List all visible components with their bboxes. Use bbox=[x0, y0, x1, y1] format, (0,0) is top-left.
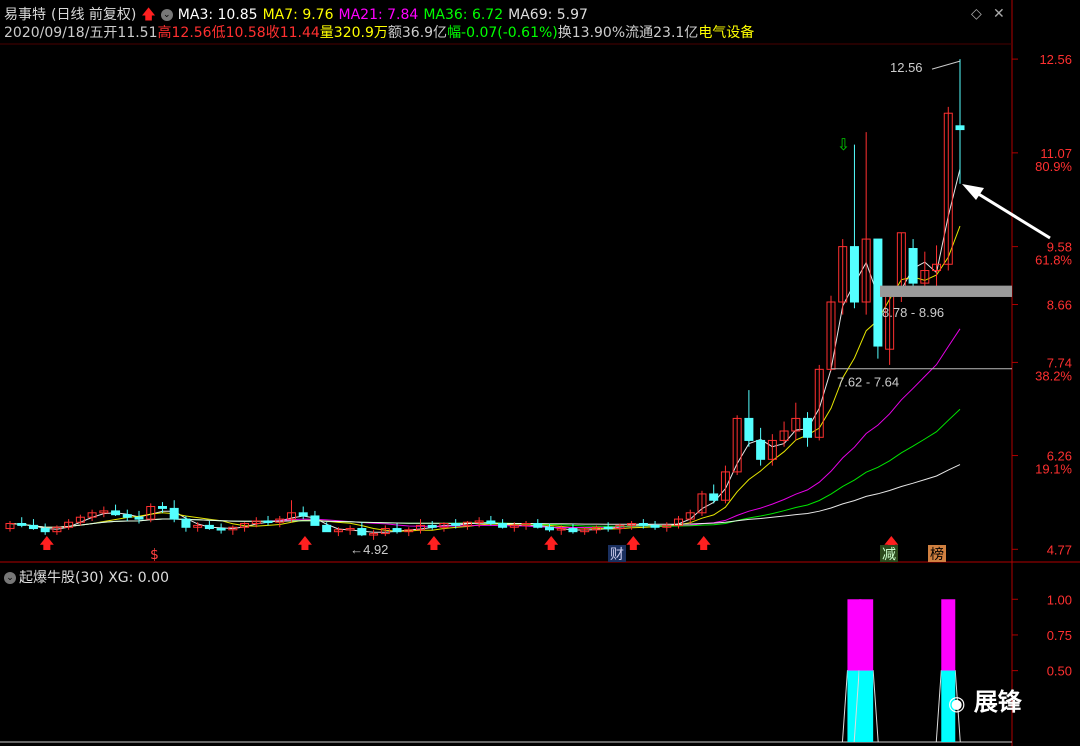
pointer-arrow-shaft bbox=[971, 188, 1051, 240]
y-percent-label: 19.1% bbox=[1035, 462, 1072, 477]
candle-body bbox=[849, 246, 859, 303]
candle-body bbox=[122, 514, 132, 518]
candle-body bbox=[744, 417, 754, 441]
ma-line-ma69 bbox=[9, 464, 961, 528]
y-tick-label: 12.56 bbox=[1039, 52, 1072, 67]
sub-y-tick-label: 0.75 bbox=[1047, 628, 1072, 643]
ma-line-ma3 bbox=[9, 168, 961, 533]
kline-chart[interactable]: 12.5611.079.588.667.746.264.7780.9%61.8%… bbox=[0, 0, 1080, 746]
candle-body bbox=[204, 524, 214, 530]
watermark: ◉ 展锋 bbox=[948, 682, 1022, 717]
buy-signal-icon: 🡅 bbox=[696, 534, 711, 552]
gap-annotation: 8.78 - 8.96 bbox=[882, 305, 944, 320]
wechat-icon: ◉ bbox=[948, 691, 966, 715]
candle-body bbox=[451, 523, 461, 526]
event-marker: 财 bbox=[610, 547, 624, 563]
signal-bar-top bbox=[859, 599, 874, 671]
buy-signal-icon: 🡅 bbox=[426, 534, 441, 552]
high-annotation-pointer bbox=[931, 60, 961, 70]
candle-body bbox=[533, 523, 543, 528]
candle-body bbox=[322, 524, 332, 533]
candle-body bbox=[427, 524, 437, 528]
candle-body bbox=[568, 528, 578, 533]
candle-body bbox=[803, 417, 813, 438]
candle-body bbox=[157, 506, 167, 509]
sub-y-tick-label: 1.00 bbox=[1047, 592, 1072, 607]
sell-signal-icon: ⇩ bbox=[837, 135, 850, 154]
candle-body bbox=[181, 518, 191, 528]
candle-body bbox=[486, 520, 496, 525]
candle-body bbox=[955, 125, 965, 131]
event-marker: 榜 bbox=[930, 546, 944, 563]
candle-body bbox=[17, 523, 27, 526]
candle-body bbox=[756, 439, 766, 460]
buy-signal-icon: 🡅 bbox=[39, 534, 54, 552]
candle-body bbox=[28, 524, 38, 530]
candle-body bbox=[216, 528, 226, 531]
candle-body bbox=[603, 526, 613, 530]
sub-y-tick-label: 0.50 bbox=[1047, 664, 1072, 679]
candle-body bbox=[709, 493, 719, 501]
y-percent-label: 61.8% bbox=[1035, 253, 1072, 268]
candle-body bbox=[545, 526, 555, 531]
ma-line-ma7 bbox=[9, 225, 961, 532]
candle-body bbox=[111, 510, 121, 516]
gap-band bbox=[880, 285, 1012, 297]
event-marker: 减 bbox=[882, 547, 896, 563]
buy-signal-icon: 🡅 bbox=[626, 534, 641, 552]
pointer-arrow-head bbox=[962, 184, 984, 200]
candle-body bbox=[498, 523, 508, 528]
signal-bar-bottom bbox=[859, 670, 874, 742]
candle-body bbox=[298, 512, 308, 517]
candle-body bbox=[310, 515, 320, 526]
low-annotation: ←4.92 bbox=[350, 542, 388, 557]
candle-body bbox=[40, 528, 50, 533]
y-tick-label: 8.66 bbox=[1047, 298, 1072, 313]
y-percent-label: 80.9% bbox=[1035, 159, 1072, 174]
candle-body bbox=[638, 523, 648, 526]
buy-signal-icon: 🡅 bbox=[297, 534, 312, 552]
candle-body bbox=[263, 520, 273, 523]
high-annotation: 12.56 bbox=[890, 60, 923, 75]
y-percent-label: 38.2% bbox=[1035, 368, 1072, 383]
signal-bar-top bbox=[941, 599, 956, 671]
y-tick-label: 4.77 bbox=[1047, 542, 1072, 557]
candle-body bbox=[169, 507, 179, 520]
candle-body bbox=[134, 516, 144, 520]
candle-body bbox=[908, 248, 918, 284]
candle-body bbox=[650, 524, 660, 528]
candle-body bbox=[357, 528, 367, 536]
candle-body bbox=[392, 528, 402, 533]
watermark-text: 展锋 bbox=[973, 688, 1022, 716]
buy-signal-icon: 🡅 bbox=[544, 534, 559, 552]
gap-annotation-2: 7.62 - 7.64 bbox=[837, 375, 899, 390]
ma-line-ma36 bbox=[9, 408, 961, 528]
ma-line-ma21 bbox=[9, 328, 961, 528]
event-marker: $ bbox=[150, 547, 159, 563]
